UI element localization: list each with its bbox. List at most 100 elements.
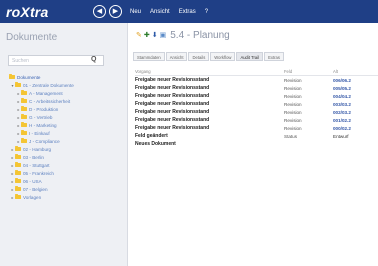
tree-item-label: C - Arbeitssicherheit bbox=[29, 98, 71, 104]
tab-audit-trail[interactable]: Audit Trail bbox=[236, 52, 264, 61]
table-row[interactable]: Freigabe neuer Revisionsstand Revision 002… bbox=[135, 108, 378, 116]
tree-item-label: A - Management bbox=[29, 90, 63, 96]
tree-item[interactable]: ▸ Vorlagen bbox=[4, 193, 126, 201]
cell-alt: 002/03.2 bbox=[333, 109, 351, 115]
cell-vorgang: Freigabe neuer Revisionsstand bbox=[135, 117, 210, 123]
column-header-feld[interactable]: Feld bbox=[284, 69, 333, 74]
table-row[interactable]: Freigabe neuer Revisionsstand Revision 000… bbox=[135, 124, 378, 132]
tab-details[interactable]: Details bbox=[188, 52, 210, 61]
tree-item[interactable]: ▸ H - Marketing bbox=[4, 121, 126, 129]
cell-vorgang: Freigabe neuer Revisionsstand bbox=[135, 109, 210, 115]
cell-alt: 003/03.2 bbox=[333, 101, 351, 107]
tree-item[interactable]: ▸ A - Management bbox=[4, 89, 126, 97]
cell-feld: Revision bbox=[284, 85, 302, 91]
folder-icon bbox=[21, 130, 27, 135]
cell-vorgang: Freigabe neuer Revisionsstand bbox=[135, 125, 210, 131]
cell-vorgang: Freigabe neuer Revisionsstand bbox=[135, 101, 210, 107]
column-header-alt[interactable]: Alt bbox=[333, 69, 378, 74]
cell-vorgang: Feld geändert bbox=[135, 133, 168, 139]
tree-item-label: I - Einkauf bbox=[29, 130, 50, 136]
tab-stammdaten[interactable]: Stammdaten bbox=[133, 52, 165, 61]
column-header-vorgang[interactable]: Vorgang bbox=[135, 69, 284, 74]
tree-item[interactable]: ▸ C - Arbeitssicherheit bbox=[4, 97, 126, 105]
cell-vorgang: Freigabe neuer Revisionsstand bbox=[135, 85, 210, 91]
folder-icon bbox=[21, 90, 27, 95]
table-row[interactable]: Freigabe neuer Revisionsstand Revision 006… bbox=[135, 76, 378, 84]
tab-ansicht[interactable]: Ansicht bbox=[165, 52, 188, 61]
folder-icon bbox=[15, 178, 21, 183]
table-row[interactable]: Freigabe neuer Revisionsstand Revision 005… bbox=[135, 84, 378, 92]
tree-item[interactable]: ▸ I - Einkauf bbox=[4, 129, 126, 137]
table-body: Freigabe neuer Revisionsstand Revision 006… bbox=[135, 76, 378, 148]
back-button[interactable]: ◀ bbox=[93, 5, 106, 18]
table-row[interactable]: Feld geändert Status Entwurf bbox=[135, 132, 378, 140]
tree-item-label: 04 - Stuttgart bbox=[23, 162, 50, 168]
tree-item[interactable]: ▸ 03 - Berlin bbox=[4, 153, 126, 161]
tree-item-label: 01 - Zentrale Dokumente bbox=[23, 82, 74, 88]
download-icon[interactable]: ⬇ bbox=[152, 32, 158, 39]
tree-item[interactable]: ▸ 07 - Belgien bbox=[4, 185, 126, 193]
menu-item-neu[interactable]: Neu bbox=[130, 9, 141, 15]
tree-item[interactable]: ▸ 05 - Frankreich bbox=[4, 169, 126, 177]
folder-icon bbox=[15, 82, 21, 87]
menu-item-extras[interactable]: Extras bbox=[179, 9, 196, 15]
tab-workflow[interactable]: Workflow bbox=[210, 52, 236, 61]
cell-vorgang: Freigabe neuer Revisionsstand bbox=[135, 93, 210, 99]
forward-icon: ▶ bbox=[112, 8, 119, 15]
folder-icon bbox=[21, 114, 27, 119]
menu-item-help[interactable]: ? bbox=[205, 9, 208, 15]
cell-vorgang: Neues Dokument bbox=[135, 141, 176, 147]
tree-item-label: 03 - Berlin bbox=[23, 154, 44, 160]
tree-item-label: 06 - USA bbox=[23, 178, 42, 184]
table-row[interactable]: Neues Dokument bbox=[135, 140, 378, 148]
cell-feld: Revision bbox=[284, 117, 302, 123]
cell-feld: Revision bbox=[284, 109, 302, 115]
tree-item[interactable]: ▸ G - Vertrieb bbox=[4, 113, 126, 121]
sidebar: Dokumente Suchen Q Dokumente ▾ 01 - Zentra… bbox=[0, 23, 128, 266]
table-header: Vorgang Feld Alt bbox=[135, 67, 378, 76]
sidebar-title: Dokumente bbox=[6, 32, 58, 43]
audit-table: Vorgang Feld Alt Freigabe neuer Revision… bbox=[135, 67, 378, 148]
table-row[interactable]: Freigabe neuer Revisionsstand Revision 004… bbox=[135, 92, 378, 100]
tree-item[interactable]: ▸ 04 - Stuttgart bbox=[4, 161, 126, 169]
folder-icon bbox=[15, 170, 21, 175]
tree-item[interactable]: ▸ 06 - USA bbox=[4, 177, 126, 185]
tree-item-label: J - Compliance bbox=[29, 138, 60, 144]
menu-bar: Neu Ansicht Extras ? bbox=[130, 9, 217, 15]
tree-item[interactable]: Dokumente bbox=[4, 73, 126, 81]
tree-item[interactable]: ▸ D - Produktion bbox=[4, 105, 126, 113]
tab-bar: Stammdaten Ansicht Details Workflow Audi… bbox=[133, 52, 285, 61]
folder-icon bbox=[15, 194, 21, 199]
forward-button[interactable]: ▶ bbox=[109, 5, 122, 18]
tree-item-label: H - Marketing bbox=[29, 122, 57, 128]
cell-feld: Revision bbox=[284, 101, 302, 107]
cell-alt: 004/04.2 bbox=[333, 93, 351, 99]
top-bar: roXtra ◀ ▶ Neu Ansicht Extras ? bbox=[0, 0, 378, 23]
tree-item[interactable]: ▸ 02 - Hamburg bbox=[4, 145, 126, 153]
folder-icon bbox=[21, 138, 27, 143]
cell-alt: Entwurf bbox=[333, 133, 349, 139]
folder-icon bbox=[21, 122, 27, 127]
table-row[interactable]: Freigabe neuer Revisionsstand Revision 003… bbox=[135, 100, 378, 108]
tree-item[interactable]: ▾ 01 - Zentrale Dokumente bbox=[4, 81, 126, 89]
cell-feld: Revision bbox=[284, 77, 302, 83]
menu-item-ansicht[interactable]: Ansicht bbox=[150, 9, 170, 15]
search-input[interactable]: Suchen bbox=[8, 55, 104, 66]
main-panel: ✎ ✚ ⬇ ▣ 5.4 - Planung Stammdaten Ansicht… bbox=[129, 23, 378, 266]
tree-item-label: 02 - Hamburg bbox=[23, 146, 52, 152]
folder-tree: Dokumente ▾ 01 - Zentrale Dokumente ▸ A - Ma… bbox=[4, 73, 126, 201]
folder-icon bbox=[9, 74, 15, 79]
search-icon[interactable]: Q bbox=[91, 56, 96, 63]
folder-icon bbox=[15, 162, 21, 167]
app-window: roXtra ◀ ▶ Neu Ansicht Extras ? Dokument… bbox=[0, 0, 378, 266]
table-row[interactable]: Freigabe neuer Revisionsstand Revision 001… bbox=[135, 116, 378, 124]
document-header: ✎ ✚ ⬇ ▣ 5.4 - Planung bbox=[136, 29, 230, 41]
cell-alt: 005/05.2 bbox=[333, 85, 351, 91]
tab-extras[interactable]: Extras bbox=[264, 52, 284, 61]
edit-icon[interactable]: ✎ bbox=[136, 32, 142, 39]
cell-vorgang: Freigabe neuer Revisionsstand bbox=[135, 77, 210, 83]
tree-item[interactable]: ▸ J - Compliance bbox=[4, 137, 126, 145]
add-icon[interactable]: ✚ bbox=[144, 32, 150, 39]
cell-feld: Revision bbox=[284, 93, 302, 99]
cell-feld: Status bbox=[284, 133, 298, 139]
